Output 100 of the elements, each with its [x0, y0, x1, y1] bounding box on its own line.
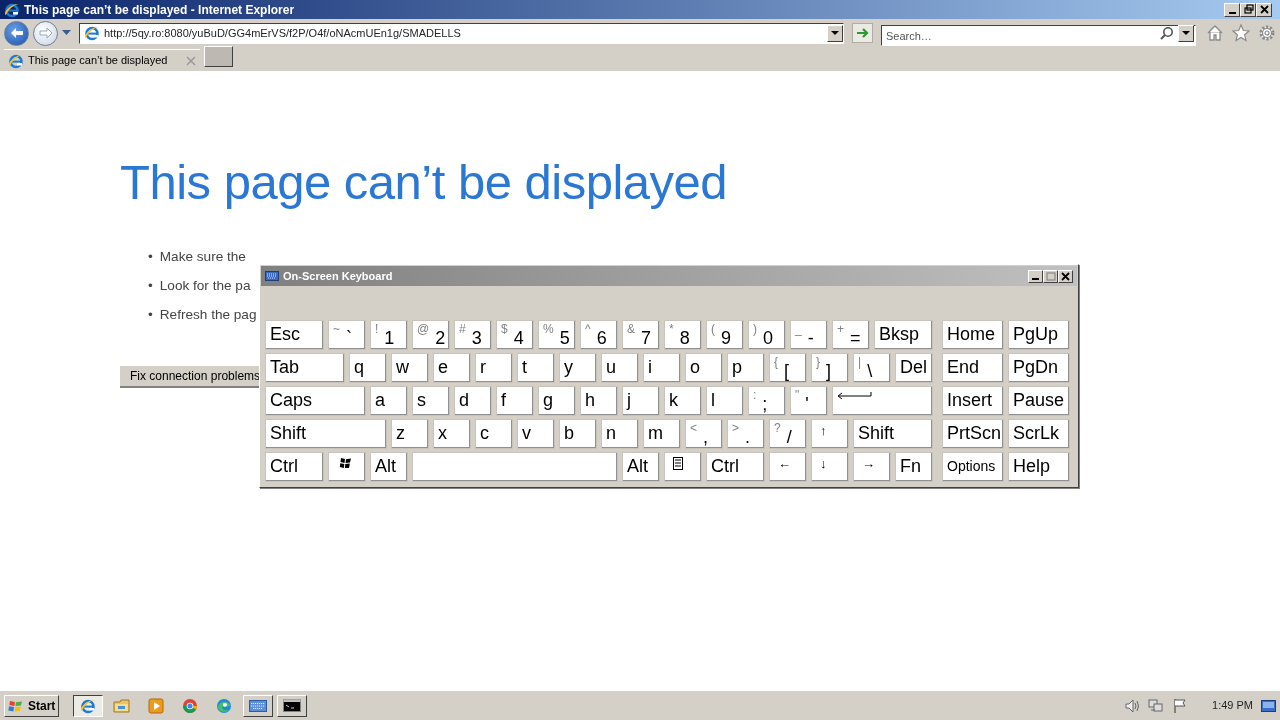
- keyboard-key[interactable]: { [: [769, 353, 807, 383]
- keyboard-key[interactable]: x: [433, 419, 471, 449]
- keyboard-key[interactable]: * 8: [664, 320, 702, 350]
- keyboard-key[interactable]: End: [942, 353, 1004, 383]
- keyboard-key[interactable]: o: [685, 353, 723, 383]
- keyboard-key[interactable]: k: [664, 386, 702, 416]
- keyboard-key[interactable]: m: [643, 419, 681, 449]
- keyboard-key[interactable]: Pause: [1008, 386, 1070, 416]
- home-icon[interactable]: [1206, 24, 1224, 42]
- new-tab-button[interactable]: [204, 46, 233, 67]
- keyboard-key[interactable]: ~ `: [328, 320, 366, 350]
- keyboard-key[interactable]: Help: [1008, 452, 1070, 482]
- keyboard-key[interactable]: Ctrl: [706, 452, 765, 482]
- keyboard-key[interactable]: ScrLk: [1008, 419, 1070, 449]
- close-button[interactable]: [1256, 2, 1272, 17]
- keyboard-key[interactable]: ←: [769, 452, 807, 482]
- fix-connection-button[interactable]: Fix connection problems: [120, 365, 260, 388]
- keyboard-key[interactable]: z: [391, 419, 429, 449]
- history-dropdown-icon[interactable]: [62, 30, 71, 36]
- keyboard-key[interactable]: u: [601, 353, 639, 383]
- keyboard-key[interactable]: ( 9: [706, 320, 744, 350]
- menu-key[interactable]: [664, 452, 702, 482]
- back-button[interactable]: [4, 20, 29, 46]
- keyboard-key[interactable]: g: [538, 386, 576, 416]
- minimize-button[interactable]: [1028, 269, 1043, 283]
- keyboard-key[interactable]: Alt: [370, 452, 408, 482]
- keyboard-key[interactable]: Alt: [622, 452, 660, 482]
- keyboard-key[interactable]: Insert: [942, 386, 1004, 416]
- minimize-button[interactable]: [1224, 2, 1240, 17]
- keyboard-key[interactable]: & 7: [622, 320, 660, 350]
- keyboard-key[interactable]: t: [517, 353, 555, 383]
- space-key[interactable]: [412, 452, 618, 482]
- search-dropdown-button[interactable]: [1178, 24, 1194, 42]
- windows-key[interactable]: [328, 452, 366, 482]
- keyboard-key[interactable]: →: [853, 452, 891, 482]
- keyboard-key[interactable]: Tab: [265, 353, 345, 383]
- keyboard-key[interactable]: % 5: [538, 320, 576, 350]
- keyboard-key[interactable]: y: [559, 353, 597, 383]
- keyboard-key[interactable]: | \: [853, 353, 891, 383]
- keyboard-key[interactable]: r: [475, 353, 513, 383]
- keyboard-key[interactable]: Del: [895, 353, 933, 383]
- keyboard-key[interactable]: j: [622, 386, 660, 416]
- forward-button[interactable]: [33, 20, 58, 46]
- network-icon[interactable]: [1148, 697, 1165, 714]
- browser-tab[interactable]: This page can’t be displayed: [4, 49, 200, 71]
- keyboard-key[interactable]: Home: [942, 320, 1004, 350]
- restore-button[interactable]: [1240, 2, 1256, 17]
- keyboard-key[interactable]: v: [517, 419, 555, 449]
- keyboard-key[interactable]: @ 2: [412, 320, 450, 350]
- go-button[interactable]: [852, 23, 873, 43]
- favorites-star-icon[interactable]: [1232, 24, 1250, 42]
- keyboard-key[interactable]: PrtScn: [942, 419, 1004, 449]
- keyboard-key[interactable]: Options: [942, 452, 1004, 482]
- keyboard-key[interactable]: " ': [790, 386, 828, 416]
- taskbar-button[interactable]: [73, 694, 104, 717]
- search-field[interactable]: Search…: [881, 25, 1196, 46]
- show-desktop-icon[interactable]: [1261, 699, 1276, 712]
- keyboard-key[interactable]: $ 4: [496, 320, 534, 350]
- keyboard-key[interactable]: h: [580, 386, 618, 416]
- keyboard-key[interactable]: l: [706, 386, 744, 416]
- keyboard-key[interactable]: < ,: [685, 419, 723, 449]
- keyboard-key[interactable]: b: [559, 419, 597, 449]
- keyboard-key[interactable]: PgDn: [1008, 353, 1070, 383]
- close-button[interactable]: [1058, 269, 1073, 283]
- enter-key[interactable]: [832, 386, 933, 416]
- keyboard-key[interactable]: c: [475, 419, 513, 449]
- keyboard-key[interactable]: : ;: [748, 386, 786, 416]
- keyboard-key[interactable]: PgUp: [1008, 320, 1070, 350]
- keyboard-key[interactable]: ? /: [769, 419, 807, 449]
- keyboard-key[interactable]: Esc: [265, 320, 324, 350]
- keyboard-key[interactable]: > .: [727, 419, 765, 449]
- address-field[interactable]: http://5qy.ro:8080/yuBuD/GG4mErVS/f2P/O4f/oNAcmUEn1g/SMADELLS: [79, 22, 844, 44]
- keyboard-key[interactable]: w: [391, 353, 429, 383]
- keyboard-key[interactable]: d: [454, 386, 492, 416]
- keyboard-key[interactable]: i: [643, 353, 681, 383]
- keyboard-key[interactable]: _ -: [790, 320, 828, 350]
- keyboard-key[interactable]: f: [496, 386, 534, 416]
- keyboard-key[interactable]: ↓: [811, 452, 849, 482]
- search-icon[interactable]: [1160, 26, 1174, 40]
- keyboard-key[interactable]: ! 1: [370, 320, 408, 350]
- keyboard-key[interactable]: Fn: [895, 452, 933, 482]
- address-dropdown-button[interactable]: [827, 24, 843, 42]
- settings-icon[interactable]: [1258, 24, 1276, 42]
- maximize-button[interactable]: [1043, 269, 1058, 283]
- keyboard-key[interactable]: ) 0: [748, 320, 786, 350]
- keyboard-key[interactable]: Shift: [853, 419, 933, 449]
- keyboard-key[interactable]: } ]: [811, 353, 849, 383]
- keyboard-key[interactable]: ^ 6: [580, 320, 618, 350]
- keyboard-key[interactable]: # 3: [454, 320, 492, 350]
- speaker-icon[interactable]: [1124, 697, 1141, 714]
- keyboard-key[interactable]: Bksp: [874, 320, 933, 350]
- keyboard-key[interactable]: a: [370, 386, 408, 416]
- keyboard-key[interactable]: p: [727, 353, 765, 383]
- keyboard-key[interactable]: Caps: [265, 386, 366, 416]
- start-button[interactable]: Start: [4, 694, 60, 717]
- keyboard-key[interactable]: Ctrl: [265, 452, 324, 482]
- flag-icon[interactable]: [1172, 697, 1189, 714]
- keyboard-key[interactable]: + =: [832, 320, 870, 350]
- keyboard-key[interactable]: n: [601, 419, 639, 449]
- keyboard-key[interactable]: e: [433, 353, 471, 383]
